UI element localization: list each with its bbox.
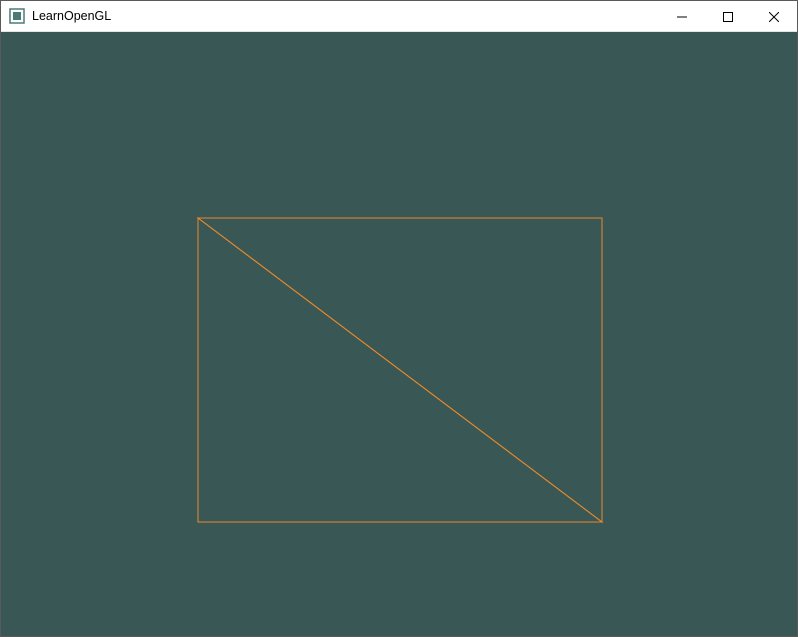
render-canvas	[1, 32, 797, 636]
window-title: LearnOpenGL	[32, 1, 659, 32]
maximize-button[interactable]	[705, 1, 751, 32]
minimize-button[interactable]	[659, 1, 705, 32]
titlebar: LearnOpenGL	[1, 1, 797, 32]
app-icon	[9, 8, 25, 24]
close-button[interactable]	[751, 1, 797, 32]
window-controls	[659, 1, 797, 31]
app-window: LearnOpenGL	[0, 0, 798, 637]
opengl-viewport	[1, 32, 797, 636]
